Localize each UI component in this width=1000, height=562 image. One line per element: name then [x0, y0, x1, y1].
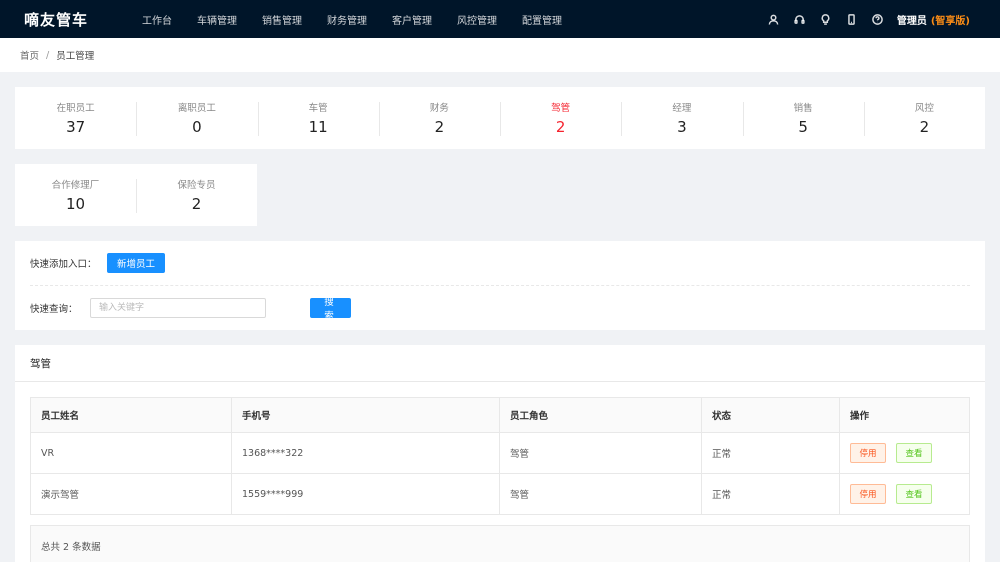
search-input[interactable]	[90, 297, 266, 318]
cell-role: 驾管	[499, 432, 702, 474]
stat-sales[interactable]: 销售 5	[742, 100, 864, 136]
quick-search-row: 快速查询： 搜 索	[30, 285, 970, 329]
stat-value: 11	[308, 118, 328, 136]
cell-name: VR	[30, 432, 232, 474]
stat-driver-managers[interactable]: 驾管 2	[500, 100, 621, 136]
menu-item-config[interactable]: 配置管理	[522, 12, 562, 27]
user-name[interactable]: 管理员	[897, 12, 927, 27]
stat-managers[interactable]: 经理 3	[621, 100, 742, 136]
stat-value: 3	[677, 118, 687, 136]
table-row: 演示驾管 1559****999 驾管 正常 停用 查看	[30, 473, 970, 515]
help-icon[interactable]	[865, 0, 891, 38]
quick-search-label: 快速查询：	[30, 303, 78, 315]
stat-value: 2	[434, 118, 445, 136]
table-wrapper: 员工姓名 手机号 员工角色 状态 操作 VR 1368****322 驾管 正常	[15, 382, 985, 562]
employee-table-card: 驾管 员工姓名 手机号 员工角色 状态 操作 VR 1368****322 驾管…	[15, 345, 985, 562]
search-button[interactable]: 搜 索	[310, 297, 351, 322]
quick-add-row: 快速添加入口： 新增员工	[30, 241, 970, 285]
disable-button[interactable]: 停用	[850, 484, 886, 504]
disable-button[interactable]: 停用	[850, 443, 886, 463]
stat-active-employees[interactable]: 在职员工 37	[15, 100, 136, 136]
column-header-phone: 手机号	[231, 397, 500, 433]
stat-label: 财务	[429, 103, 449, 114]
stat-value: 10	[65, 195, 86, 213]
stat-label: 合作修理厂	[51, 180, 100, 191]
stats-card-secondary: 合作修理厂 10 保险专员 2	[15, 164, 257, 226]
stat-label: 销售	[793, 103, 813, 114]
menu-item-vehicles[interactable]: 车辆管理	[197, 12, 237, 27]
stats-card-primary: 在职员工 37 离职员工 0 车管 11 财务 2 驾管 2 经理 3 销售 5…	[15, 87, 985, 149]
column-header-status: 状态	[701, 397, 840, 433]
cell-status: 正常	[701, 432, 840, 474]
stat-label: 风控	[914, 103, 934, 114]
stat-value: 2	[555, 118, 566, 136]
stat-value: 37	[66, 118, 86, 136]
breadcrumb-separator: /	[46, 49, 50, 61]
breadcrumb: 首页 / 员工管理	[0, 38, 1000, 72]
table-total-count: 总共 2 条数据	[30, 525, 970, 562]
quick-add-label: 快速添加入口：	[30, 259, 97, 270]
stat-repair-shops[interactable]: 合作修理厂 10	[15, 177, 136, 213]
stat-label: 经理	[672, 103, 692, 114]
cell-actions: 停用 查看	[839, 473, 970, 515]
stat-label: 保险专员	[177, 180, 216, 191]
table-row: VR 1368****322 驾管 正常 停用 查看	[30, 432, 970, 474]
nav-right: 管理员 (智享版)	[761, 0, 1000, 38]
stat-risk-control[interactable]: 风控 2	[863, 100, 985, 136]
column-header-name: 员工姓名	[30, 397, 232, 433]
table-header-row: 员工姓名 手机号 员工角色 状态 操作	[30, 397, 970, 433]
menu-item-workbench[interactable]: 工作台	[142, 12, 172, 27]
menu-item-risk[interactable]: 风控管理	[457, 12, 497, 27]
bulb-icon[interactable]	[813, 0, 839, 38]
stat-value: 5	[798, 118, 808, 136]
cell-phone: 1559****999	[231, 473, 500, 515]
view-button[interactable]: 查看	[896, 484, 932, 504]
cell-name: 演示驾管	[30, 473, 232, 515]
stat-finance[interactable]: 财务 2	[378, 100, 500, 136]
table-card-title: 驾管	[15, 345, 985, 382]
column-header-role: 员工角色	[499, 397, 702, 433]
employee-table: 员工姓名 手机号 员工角色 状态 操作 VR 1368****322 驾管 正常	[30, 397, 970, 515]
add-employee-button[interactable]: 新增员工	[107, 253, 166, 273]
stat-value: 2	[191, 195, 202, 213]
cell-phone: 1368****322	[231, 432, 500, 474]
breadcrumb-current: 员工管理	[56, 51, 95, 62]
top-nav: 嘀友管车 工作台 车辆管理 销售管理 财务管理 客户管理 风控管理 配置管理 管…	[0, 0, 1000, 38]
edition-badge: (智享版)	[930, 15, 970, 27]
cell-role: 驾管	[499, 473, 702, 515]
menu-item-customers[interactable]: 客户管理	[392, 12, 432, 27]
breadcrumb-home[interactable]: 首页	[20, 48, 39, 62]
stat-label: 驾管	[551, 103, 571, 114]
quick-actions-card: 快速添加入口： 新增员工 快速查询： 搜 索	[15, 241, 985, 330]
cell-actions: 停用 查看	[839, 432, 970, 474]
stat-resigned-employees[interactable]: 离职员工 0	[136, 100, 257, 136]
column-header-actions: 操作	[839, 397, 970, 433]
main-menu: 工作台 车辆管理 销售管理 财务管理 客户管理 风控管理 配置管理	[142, 0, 587, 38]
stat-value: 0	[192, 118, 202, 136]
headset-icon[interactable]	[787, 0, 813, 38]
stat-value: 2	[919, 118, 930, 136]
stat-label: 车管	[308, 103, 328, 114]
main-content: 在职员工 37 离职员工 0 车管 11 财务 2 驾管 2 经理 3 销售 5…	[0, 72, 1000, 562]
stat-label: 在职员工	[56, 103, 95, 114]
view-button[interactable]: 查看	[896, 443, 932, 463]
menu-item-finance[interactable]: 财务管理	[327, 12, 367, 27]
cell-status: 正常	[701, 473, 840, 515]
user-icon[interactable]	[761, 0, 787, 38]
stat-insurance-specialists[interactable]: 保险专员 2	[136, 177, 257, 213]
brand-logo[interactable]: 嘀友管车	[24, 9, 142, 30]
stat-label: 离职员工	[177, 103, 216, 114]
mobile-icon[interactable]	[839, 0, 865, 38]
menu-item-sales[interactable]: 销售管理	[262, 12, 302, 27]
stat-vehicle-managers[interactable]: 车管 11	[257, 100, 379, 136]
